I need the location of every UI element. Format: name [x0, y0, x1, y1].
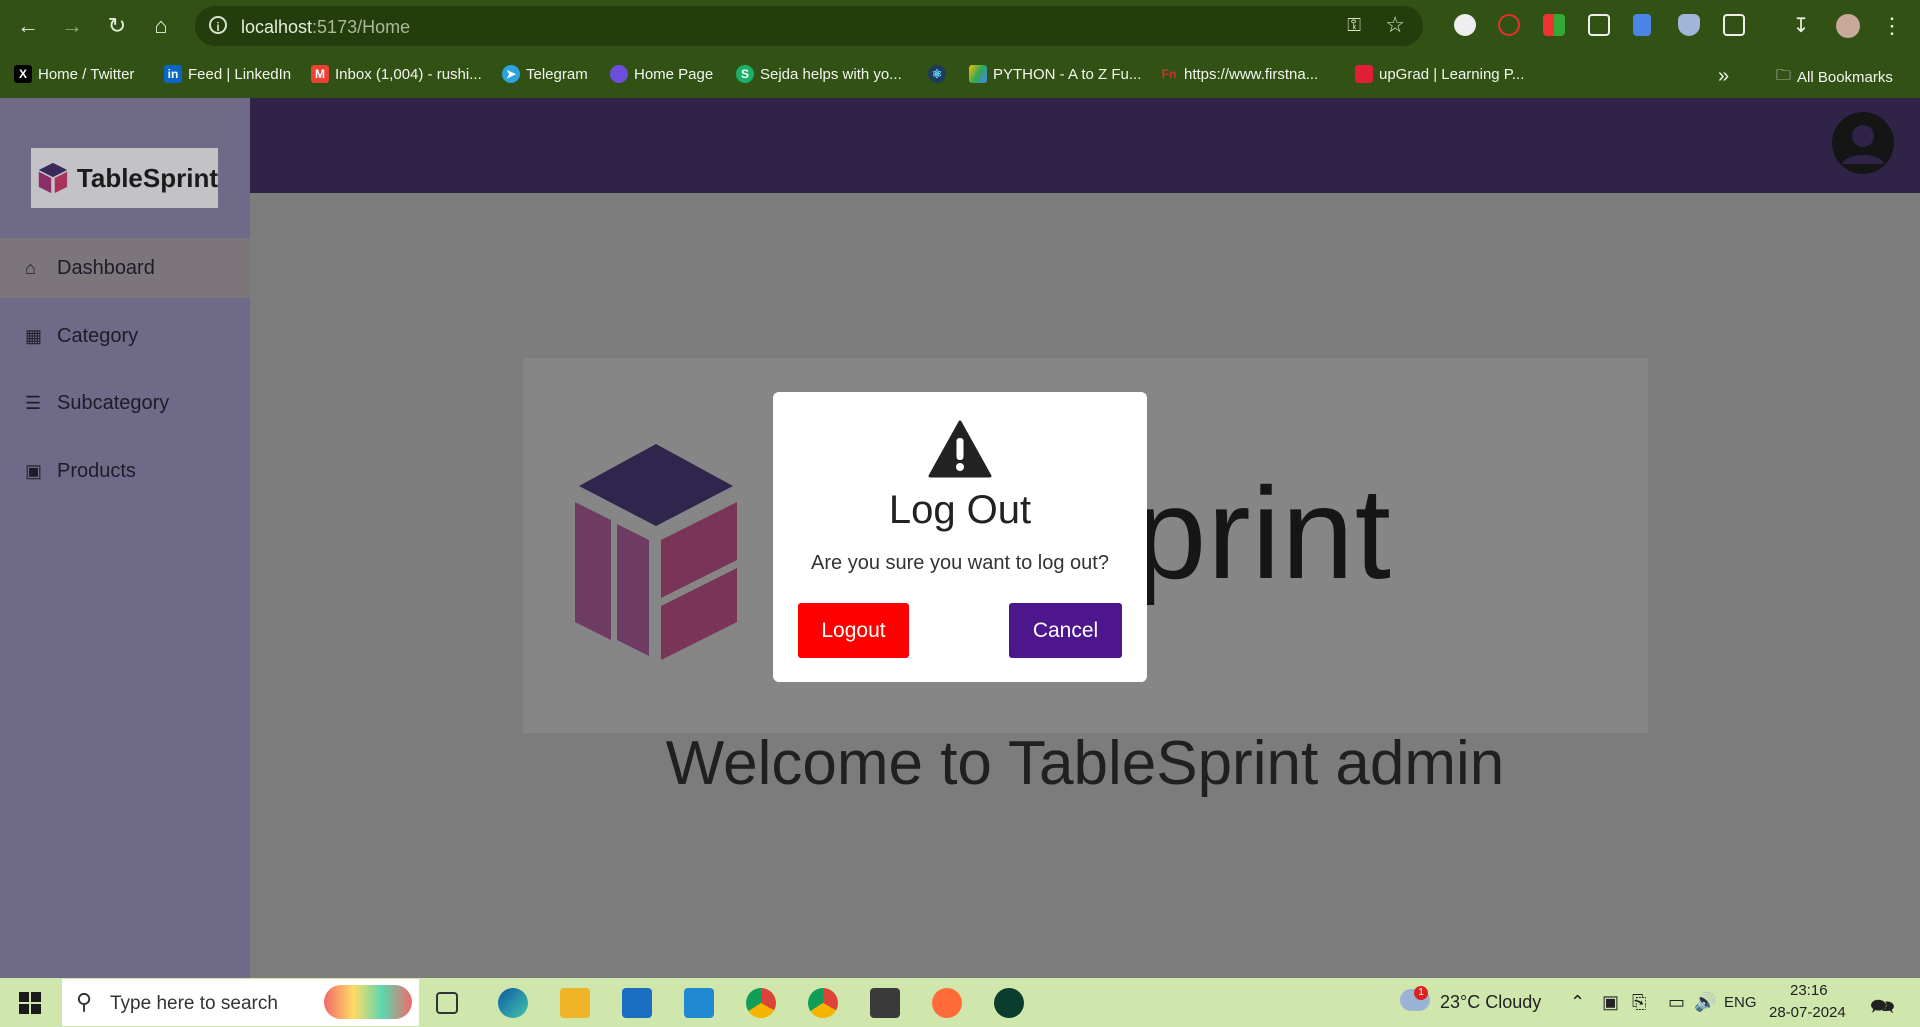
- hero-cube-logo: [575, 444, 737, 660]
- bookmarks-bar: X Home / Twitter in Feed | LinkedIn M Inbox…: [0, 52, 1920, 98]
- logout-dialog: Log Out Are you sure you want to log out…: [773, 392, 1147, 682]
- bookmark-gmail[interactable]: M Inbox (1,004) - rushi...: [311, 65, 482, 83]
- taskbar-search[interactable]: ⚲ Type here to search: [62, 979, 419, 1026]
- weather-text[interactable]: 23°C Cloudy: [1440, 992, 1541, 1013]
- chrome-icon[interactable]: [746, 988, 776, 1018]
- react-icon: ⚛: [928, 65, 946, 83]
- logout-button[interactable]: Logout: [798, 603, 909, 658]
- task-view-icon[interactable]: [436, 992, 458, 1014]
- sidebar: TableSprint ⌂ Dashboard ▦ Category ☰ Sub…: [0, 98, 250, 978]
- box-icon: ▣: [25, 460, 43, 481]
- tray-chevron-icon[interactable]: ⌃: [1570, 992, 1585, 1013]
- download-icon[interactable]: ↧: [1785, 10, 1817, 42]
- language-indicator[interactable]: ENG: [1724, 994, 1757, 1011]
- bookmark-home-page[interactable]: Home Page: [610, 65, 713, 83]
- warning-icon: [928, 420, 992, 478]
- bookmark-sejda[interactable]: S Sejda helps with yo...: [736, 65, 902, 83]
- profile-avatar[interactable]: [1836, 14, 1860, 38]
- cube-logo-icon: [38, 162, 68, 194]
- bookmark-firstna[interactable]: Fn https://www.firstna...: [1160, 65, 1319, 83]
- forward-icon[interactable]: →: [56, 10, 88, 42]
- app-header: [250, 98, 1920, 193]
- back-icon[interactable]: ←: [12, 10, 44, 42]
- url-text[interactable]: localhost:5173/Home: [241, 17, 410, 38]
- x-logo-icon: X: [14, 65, 32, 83]
- cancel-button[interactable]: Cancel: [1009, 603, 1122, 658]
- list-icon: ☰: [25, 392, 42, 413]
- welcome-heading: Welcome to TableSprint admin: [665, 729, 1505, 798]
- menu-kebab-icon[interactable]: ⋮: [1876, 10, 1908, 42]
- network-icon[interactable]: ⎘: [1632, 992, 1646, 1013]
- dialog-title: Log Out: [888, 488, 1032, 532]
- password-key-icon[interactable]: ⚿: [1347, 15, 1361, 36]
- sejda-icon: S: [736, 65, 754, 83]
- site-info-icon[interactable]: i: [209, 16, 227, 34]
- tray-app-icon[interactable]: ▣: [1602, 992, 1619, 1013]
- brand-logo[interactable]: TableSprint: [31, 148, 218, 208]
- linkedin-icon: in: [164, 65, 182, 83]
- fn-icon: Fn: [1161, 67, 1177, 81]
- gmail-icon: M: [311, 65, 329, 83]
- extension-icon[interactable]: [1454, 14, 1476, 36]
- bookmark-python[interactable]: PYTHON - A to Z Fu...: [969, 65, 1141, 83]
- cloud-icon: [610, 65, 628, 83]
- docs-extension-icon[interactable]: [1633, 14, 1651, 36]
- bookmark-star-icon[interactable]: ☆: [1385, 12, 1405, 38]
- sidebar-item-subcategory[interactable]: ☰ Subcategory: [0, 373, 250, 433]
- brand-name: TableSprint: [76, 162, 218, 193]
- color-extension-icon[interactable]: [1543, 14, 1565, 36]
- weather-badge: 1: [1414, 986, 1428, 1000]
- grid-icon: ▦: [25, 325, 43, 346]
- file-explorer-icon[interactable]: [560, 988, 590, 1018]
- user-avatar-icon[interactable]: [1832, 112, 1894, 174]
- bookmark-upgrad[interactable]: upGrad | Learning P...: [1355, 65, 1524, 83]
- puzzle-icon[interactable]: [1723, 14, 1745, 36]
- sidebar-item-products[interactable]: ▣ Products: [0, 441, 250, 501]
- mongodb-icon[interactable]: [994, 988, 1024, 1018]
- search-highlight-image: [324, 985, 412, 1019]
- drive-icon: [969, 65, 987, 83]
- dialog-message: Are you sure you want to log out?: [811, 552, 1109, 574]
- shield-extension-icon[interactable]: [1678, 14, 1700, 36]
- vscode-icon[interactable]: [684, 988, 714, 1018]
- clock-date[interactable]: 28-07-2024: [1769, 1004, 1846, 1021]
- bookmark-react[interactable]: ⚛: [928, 65, 946, 83]
- taskbar: ⚲ Type here to search 1 23°C Cloudy ⌃ ▣ …: [0, 978, 1920, 1027]
- home-icon: ⌂: [25, 257, 36, 278]
- upgrad-icon: [1355, 65, 1373, 83]
- postman-icon[interactable]: [932, 988, 962, 1018]
- notification-count: 2: [1882, 1002, 1889, 1014]
- address-bar[interactable]: i localhost:5173/Home ⚿ ☆: [195, 6, 1423, 46]
- edge-icon[interactable]: [498, 988, 528, 1018]
- bookmark-twitter[interactable]: X Home / Twitter: [14, 65, 134, 83]
- sidebar-item-dashboard[interactable]: ⌂ Dashboard: [0, 238, 250, 298]
- telegram-icon: ➤: [502, 65, 520, 83]
- block-extension-icon[interactable]: [1498, 14, 1520, 36]
- clock-time[interactable]: 23:16: [1790, 982, 1828, 999]
- sublime-text-icon[interactable]: [870, 988, 900, 1018]
- home-icon[interactable]: ⌂: [145, 10, 177, 42]
- all-bookmarks[interactable]: 🗀 All Bookmarks: [1776, 65, 1893, 90]
- window-extension-icon[interactable]: [1588, 14, 1610, 36]
- volume-icon[interactable]: 🔊: [1694, 992, 1716, 1013]
- windows-start-icon[interactable]: [18, 991, 42, 1015]
- display-icon[interactable]: ▭: [1668, 992, 1685, 1013]
- bookmarks-overflow-icon[interactable]: »: [1718, 65, 1729, 88]
- bookmark-telegram[interactable]: ➤ Telegram: [502, 65, 588, 83]
- reload-icon[interactable]: ↻: [101, 10, 133, 42]
- bookmark-linkedin[interactable]: in Feed | LinkedIn: [164, 65, 291, 83]
- chrome-profile-icon[interactable]: [808, 988, 838, 1018]
- search-icon: ⚲: [76, 989, 93, 1014]
- folder-icon: 🗀: [1776, 67, 1792, 84]
- browser-toolbar: ← → ↻ ⌂ i localhost:5173/Home ⚿ ☆ ↧ ⋮: [0, 0, 1920, 52]
- mail-icon[interactable]: [622, 988, 652, 1018]
- sidebar-item-category[interactable]: ▦ Category: [0, 306, 250, 366]
